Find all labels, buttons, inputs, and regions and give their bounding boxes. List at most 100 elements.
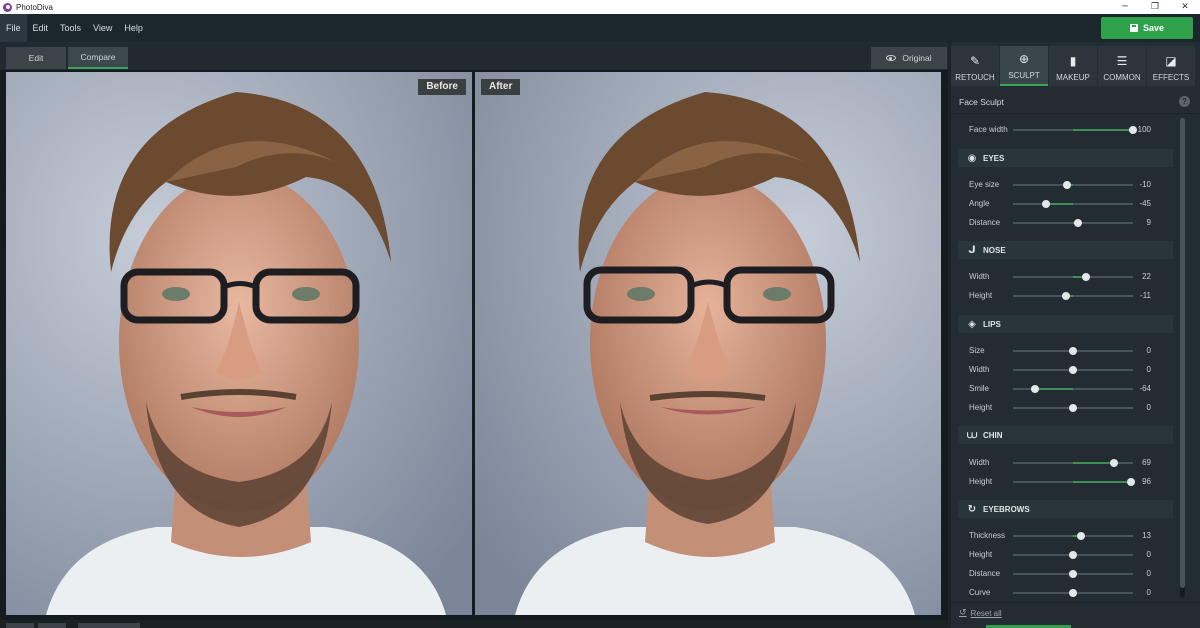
slider-value: -64: [1139, 384, 1151, 393]
tab-makeup-label: MAKEUP: [1056, 73, 1090, 82]
slider-eye-size[interactable]: Eye size -10: [951, 176, 1176, 194]
slider-value: 0: [1146, 365, 1151, 374]
slider-value: 0: [1146, 346, 1151, 355]
tab-retouch[interactable]: ✎ RETOUCH: [951, 46, 999, 86]
slider-lips-smile[interactable]: Smile -64: [951, 380, 1176, 398]
slider-eyebrows-curve[interactable]: Curve 0: [951, 584, 1176, 602]
section-eyebrows[interactable]: ↻ EYEBROWS: [958, 500, 1173, 518]
slider-label: Thickness: [969, 531, 1006, 540]
tab-common[interactable]: ☰ COMMON: [1098, 46, 1146, 86]
slider-track[interactable]: [1013, 459, 1133, 467]
slider-thumb[interactable]: [1069, 404, 1077, 412]
menu-tools[interactable]: Tools: [54, 14, 87, 42]
zoom-in-button[interactable]: [38, 623, 66, 628]
slider-nose-height[interactable]: Height -11: [951, 287, 1176, 305]
nose-icon: ᒍ: [968, 244, 976, 256]
slider-thumb[interactable]: [1069, 570, 1077, 578]
slider-track[interactable]: [1013, 551, 1133, 559]
section-chin[interactable]: ⩊ CHIN: [958, 426, 1173, 444]
slider-thumb[interactable]: [1069, 551, 1077, 559]
section-nose-title: NOSE: [983, 245, 1006, 255]
slider-track[interactable]: [1013, 200, 1133, 208]
slider-thumb[interactable]: [1069, 589, 1077, 597]
slider-track[interactable]: [1013, 219, 1133, 227]
slider-label: Size: [969, 346, 985, 355]
tab-makeup[interactable]: ▮ MAKEUP: [1049, 46, 1097, 86]
tab-edit[interactable]: Edit: [6, 47, 66, 69]
save-button[interactable]: Save: [1101, 17, 1193, 39]
slider-thumb[interactable]: [1110, 459, 1119, 467]
before-photo[interactable]: Before: [6, 72, 472, 615]
slider-eye-angle[interactable]: Angle -45: [951, 195, 1176, 213]
slider-thumb[interactable]: [1069, 347, 1077, 355]
reset-all-link[interactable]: ↺ Reset all: [959, 608, 1002, 618]
panel-scrollbar[interactable]: [1180, 118, 1185, 598]
slider-track[interactable]: [1013, 404, 1133, 412]
slider-lips-width[interactable]: Width 0: [951, 361, 1176, 379]
zoom-out-button[interactable]: [6, 623, 34, 628]
slider-track[interactable]: [1013, 589, 1133, 597]
section-lips-title: LIPS: [983, 319, 1001, 329]
after-label: After: [481, 79, 521, 95]
slider-track[interactable]: [1013, 385, 1133, 393]
slider-track[interactable]: [1013, 273, 1133, 281]
slider-thumb[interactable]: [1082, 273, 1091, 281]
slider-label: Height: [969, 477, 993, 486]
section-nose[interactable]: ᒍ NOSE: [958, 241, 1173, 259]
menu-file[interactable]: File: [0, 14, 27, 42]
window-controls: ─ ❐ ✕: [1110, 0, 1200, 14]
menu-bar: File Edit Tools View Help Save: [0, 14, 1200, 42]
tab-sculpt[interactable]: ⊕ SCULPT: [1000, 46, 1048, 86]
restore-button[interactable]: ❐: [1140, 0, 1170, 14]
slider-face-width[interactable]: Face width 100: [951, 121, 1176, 139]
slider-value: 13: [1142, 531, 1151, 540]
sculpt-icon: ⊕: [1018, 52, 1030, 66]
slider-track[interactable]: [1013, 570, 1133, 578]
original-button[interactable]: Original: [871, 47, 947, 69]
slider-lips-height[interactable]: Height 0: [951, 399, 1176, 417]
slider-track[interactable]: [1013, 532, 1133, 540]
save-button-label: Save: [1142, 23, 1165, 33]
zoom-fit-button[interactable]: [78, 623, 140, 628]
slider-track[interactable]: [1013, 347, 1133, 355]
slider-nose-width[interactable]: Width 22: [951, 268, 1176, 286]
slider-thumb[interactable]: [1076, 532, 1085, 540]
slider-label: Width: [969, 272, 990, 281]
slider-track[interactable]: [1013, 478, 1135, 486]
slider-thumb[interactable]: [1042, 200, 1050, 208]
tab-effects[interactable]: ◪ EFFECTS: [1147, 46, 1195, 86]
slider-value: -45: [1139, 199, 1151, 208]
slider-thumb[interactable]: [1074, 219, 1083, 227]
minimize-button[interactable]: ─: [1110, 0, 1140, 14]
tab-sculpt-label: SCULPT: [1008, 71, 1040, 80]
scrollbar-thumb[interactable]: [1180, 118, 1185, 588]
tab-compare[interactable]: Compare: [68, 47, 128, 69]
slider-track[interactable]: [1013, 366, 1133, 374]
slider-thumb[interactable]: [1069, 366, 1077, 374]
section-eyes[interactable]: ◉ EYES: [958, 149, 1173, 167]
slider-eyebrows-distance[interactable]: Distance 0: [951, 565, 1176, 583]
panel-footer: ↺ Reset all: [951, 602, 1200, 628]
slider-thumb[interactable]: [1063, 181, 1071, 189]
portrait-image-after: [475, 72, 941, 615]
slider-eyebrows-thickness[interactable]: Thickness 13: [951, 527, 1176, 545]
slider-track[interactable]: [1013, 181, 1133, 189]
slider-thumb[interactable]: [1062, 292, 1071, 300]
portrait-image-before: [6, 72, 472, 615]
menu-help[interactable]: Help: [118, 14, 149, 42]
slider-chin-height[interactable]: Height 96: [951, 473, 1176, 491]
close-button[interactable]: ✕: [1170, 0, 1200, 14]
slider-track[interactable]: [1013, 126, 1137, 134]
slider-eye-distance[interactable]: Distance 9: [951, 214, 1176, 232]
slider-lips-size[interactable]: Size 0: [951, 342, 1176, 360]
menu-view[interactable]: View: [87, 14, 118, 42]
section-lips[interactable]: ◈ LIPS: [958, 315, 1173, 333]
help-icon[interactable]: ?: [1179, 96, 1190, 107]
slider-thumb[interactable]: [1030, 385, 1039, 393]
slider-eyebrows-height[interactable]: Height 0: [951, 546, 1176, 564]
slider-label: Distance: [969, 218, 1001, 227]
slider-chin-width[interactable]: Width 69: [951, 454, 1176, 472]
after-photo[interactable]: After: [475, 72, 941, 615]
menu-edit[interactable]: Edit: [27, 14, 55, 42]
slider-track[interactable]: [1013, 292, 1133, 300]
